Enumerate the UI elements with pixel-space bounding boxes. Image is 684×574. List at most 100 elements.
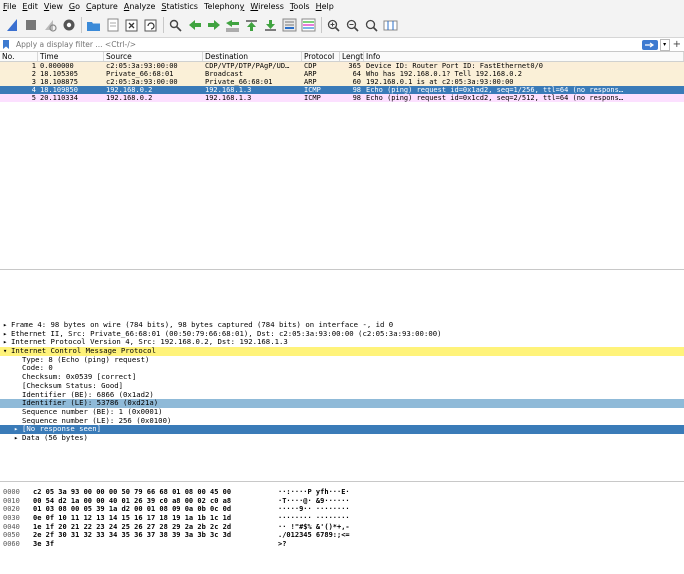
bookmark-icon[interactable] bbox=[3, 40, 11, 50]
last-packet-icon[interactable] bbox=[263, 18, 278, 33]
detail-field-row[interactable]: ▸ [No response seen] bbox=[0, 424, 684, 434]
reload-file-icon[interactable] bbox=[143, 18, 158, 33]
menu-item[interactable]: Wireless bbox=[250, 2, 283, 11]
save-file-icon[interactable] bbox=[105, 18, 120, 33]
auto-scroll-icon[interactable] bbox=[282, 18, 297, 33]
first-packet-icon[interactable] bbox=[244, 18, 259, 33]
packet-row[interactable]: 2 18.105305 Private_66:68:01 Broadcast ARP 64… bbox=[0, 70, 684, 78]
hex-bytes[interactable]: 3e 3f bbox=[33, 540, 278, 549]
find-packet-search-icon[interactable] bbox=[168, 18, 183, 33]
packet-cell-no: 2 bbox=[31, 70, 36, 78]
hex-bytes[interactable]: 0e 0f 10 11 12 13 14 15 16 17 18 19 1a 1… bbox=[33, 514, 278, 523]
open-file-folder-icon[interactable] bbox=[86, 18, 101, 33]
hex-offset[interactable]: 0030 bbox=[0, 514, 33, 523]
packet-cell-no: 4 bbox=[31, 86, 36, 94]
column-header-info[interactable]: Info bbox=[364, 52, 684, 61]
colorize-packet-list-icon[interactable] bbox=[301, 18, 316, 33]
packet-cell-info: Echo (ping) request id=0x1cd2, seq=2/512… bbox=[366, 94, 624, 102]
packet-cell-length: 64 bbox=[352, 70, 361, 78]
hex-bytes[interactable]: c2 05 3a 93 00 00 00 50 79 66 68 01 08 0… bbox=[33, 488, 278, 497]
hex-offset[interactable]: 0020 bbox=[0, 505, 33, 514]
collapsed-arrow-icon[interactable]: ▸ bbox=[3, 330, 11, 339]
hex-offset[interactable]: 0040 bbox=[0, 523, 33, 532]
go-back-arrow-icon[interactable] bbox=[187, 18, 202, 33]
packet-cell-source: Private_66:68:01 bbox=[106, 70, 174, 78]
column-header-destination[interactable]: Destination bbox=[203, 52, 302, 61]
column-header-time[interactable]: Time bbox=[38, 52, 104, 61]
menu-label-part: ools bbox=[293, 2, 310, 11]
hex-ascii[interactable]: >? bbox=[278, 540, 286, 549]
menu-bar: File Edit View Go Capture Analyze Statistics Te… bbox=[0, 0, 684, 13]
menu-item[interactable]: View bbox=[44, 2, 63, 11]
collapsed-arrow-icon[interactable]: ▸ bbox=[14, 434, 22, 443]
menu-mnemonic: y bbox=[239, 2, 245, 11]
menu-item[interactable]: Tools bbox=[290, 2, 310, 11]
zoom-out-icon[interactable] bbox=[345, 18, 360, 33]
collapsed-arrow-icon[interactable]: ▸ bbox=[3, 338, 11, 347]
hex-bytes[interactable]: 1e 1f 20 21 22 23 24 25 26 27 28 29 2a 2… bbox=[33, 523, 278, 532]
hex-row: 0020 01 03 08 00 05 39 1a d2 00 01 08 09 … bbox=[0, 505, 684, 514]
menu-item[interactable]: Statistics bbox=[161, 2, 198, 11]
packet-cell-time: 18.109850 bbox=[40, 86, 78, 94]
shark-fin-start-icon[interactable] bbox=[4, 18, 19, 33]
packet-cell-length: 98 bbox=[352, 86, 361, 94]
menu-item[interactable]: Telephony bbox=[204, 2, 244, 11]
column-header-length[interactable]: Length bbox=[340, 52, 364, 61]
packet-cell-no: 5 bbox=[31, 94, 36, 102]
display-filter-input[interactable] bbox=[13, 39, 642, 50]
hex-offset[interactable]: 0060 bbox=[0, 540, 33, 549]
restart-capture-icon[interactable] bbox=[42, 18, 57, 33]
menu-item[interactable]: Help bbox=[316, 2, 334, 11]
collapsed-arrow-icon[interactable]: ▸ bbox=[14, 425, 22, 434]
expanded-arrow-icon[interactable]: ▾ bbox=[3, 347, 11, 356]
hex-ascii[interactable]: ·····9·· ········ bbox=[278, 505, 350, 514]
column-header-protocol[interactable]: Protocol bbox=[302, 52, 340, 61]
hex-bytes[interactable]: 00 54 d2 1a 00 00 40 01 26 39 c0 a8 00 0… bbox=[33, 497, 278, 506]
column-header-no[interactable]: No. bbox=[0, 52, 38, 61]
packet-cell-no: 3 bbox=[31, 78, 36, 86]
collapsed-arrow-icon[interactable]: ▸ bbox=[3, 321, 11, 330]
go-forward-arrow-icon[interactable] bbox=[206, 18, 221, 33]
apply-filter-arrow-icon[interactable] bbox=[641, 39, 658, 50]
add-filter-button-plus-icon[interactable]: + bbox=[673, 39, 681, 50]
packet-cell-destination: Private_66:68:01 bbox=[205, 78, 273, 86]
hex-ascii[interactable]: ·· !"#$% &'()*+,- bbox=[278, 523, 350, 532]
packet-row[interactable]: 3 18.108875 c2:05:3a:93:00:00 Private_66:68… bbox=[0, 78, 684, 86]
packet-row[interactable]: 5 20.110334 192.168.0.2 192.168.1.3 ICMP 98 Ec… bbox=[0, 94, 684, 102]
packet-cell-info: 192.168.0.1 is at c2:05:3a:93:00:00 bbox=[366, 78, 514, 86]
menu-item[interactable]: Analyze bbox=[124, 2, 156, 11]
column-header-source[interactable]: Source bbox=[104, 52, 203, 61]
menu-item[interactable]: Go bbox=[69, 2, 80, 11]
packet-row[interactable]: 1 0.000000 c2:05:3a:93:00:00 CDP/VTP/DTP/PA… bbox=[0, 62, 684, 70]
hex-offset[interactable]: 0050 bbox=[0, 531, 33, 540]
hex-offset[interactable]: 0010 bbox=[0, 497, 33, 506]
packet-row[interactable]: 4 18.109850 192.168.0.2 192.168.1.3 ICMP 98 Ec… bbox=[0, 86, 684, 94]
hex-ascii[interactable]: ·T····@· &9······ bbox=[278, 497, 350, 506]
close-file-icon[interactable] bbox=[124, 18, 139, 33]
hex-bytes[interactable]: 2e 2f 30 31 32 33 34 35 36 37 38 39 3a 3… bbox=[33, 531, 278, 540]
menu-item[interactable]: File bbox=[3, 2, 16, 11]
menu-item[interactable]: Edit bbox=[22, 2, 38, 11]
detail-field-row[interactable]: Type: 8 (Echo (ping) request) bbox=[0, 355, 684, 365]
resize-columns-icon[interactable] bbox=[383, 18, 398, 33]
menu-label-part: tatistics bbox=[166, 2, 198, 11]
stop-capture-icon[interactable] bbox=[23, 18, 38, 33]
zoom-in-icon[interactable] bbox=[326, 18, 341, 33]
packet-cell-time: 20.110334 bbox=[40, 94, 78, 102]
hex-ascii[interactable]: ··:····P yfh···E· bbox=[278, 488, 350, 497]
packet-cell-source: 192.168.0.2 bbox=[106, 94, 153, 102]
detail-text: Identifier (LE): 53786 (0xd21a) bbox=[22, 398, 159, 408]
hex-ascii[interactable]: ./012345 6789:;<= bbox=[278, 531, 350, 540]
normal-size-icon[interactable] bbox=[364, 18, 379, 33]
menu-item[interactable]: Capture bbox=[86, 2, 118, 11]
capture-options-gear-icon[interactable] bbox=[61, 18, 76, 33]
hex-offset[interactable]: 0000 bbox=[0, 488, 33, 497]
hex-bytes[interactable]: 01 03 08 00 05 39 1a d2 00 01 08 09 0a 0… bbox=[33, 505, 278, 514]
detail-field-row[interactable]: Sequence number (LE): 256 (0x0100) bbox=[0, 416, 684, 426]
detail-field-row[interactable]: ▸ Data (56 bytes) bbox=[0, 433, 684, 443]
packet-list-pane: No. Time Source Destination Protocol Len… bbox=[0, 52, 684, 270]
packet-cell-no: 1 bbox=[31, 62, 36, 70]
go-to-packet-icon[interactable] bbox=[225, 18, 240, 33]
filter-dropdown-chevron-icon[interactable]: ▾ bbox=[659, 38, 670, 51]
hex-ascii[interactable]: ········ ········ bbox=[278, 514, 350, 523]
